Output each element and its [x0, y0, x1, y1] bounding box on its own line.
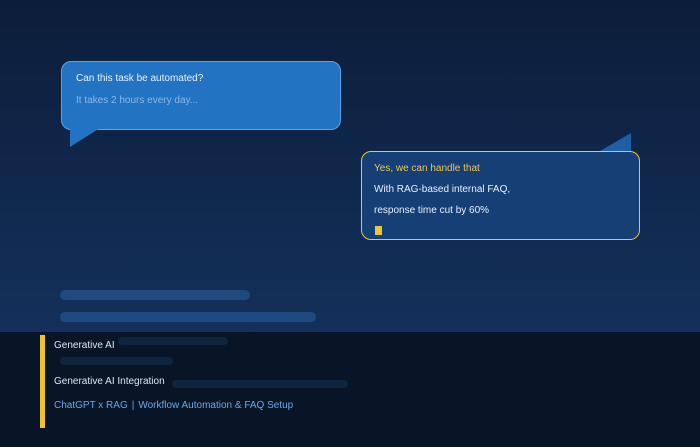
category-label: Generative AI [54, 340, 115, 351]
placeholder-bar [60, 290, 250, 300]
service-title: Generative AI Integration [54, 376, 165, 387]
question-title: Can this task be automated? [76, 73, 204, 84]
typing-cursor [375, 226, 382, 235]
placeholder-bar [118, 337, 228, 345]
question-bubble-tail [70, 128, 100, 147]
placeholder-bar [60, 357, 173, 365]
tag-chatgpt-rag: ChatGPT x RAG [54, 400, 128, 411]
tag-workflow-automation: Workflow Automation & FAQ Setup [138, 400, 294, 411]
tag-separator: | [131, 400, 135, 411]
footer-panel: Generative AI Generative AI Integration … [0, 332, 700, 447]
tag-line: ChatGPT x RAG | Workflow Automation & FAQ … [54, 400, 293, 412]
accent-bar [40, 335, 45, 428]
answer-bubble-tail [600, 133, 631, 151]
answer-line-2: response time cut by 60% [374, 205, 490, 216]
question-subtitle: It takes 2 hours every day... [76, 95, 199, 106]
answer-bubble: Yes, we can handle that With RAG-based i… [361, 133, 640, 240]
placeholder-bar [60, 312, 316, 322]
answer-line-1: With RAG-based internal FAQ, [374, 184, 511, 195]
answer-title: Yes, we can handle that [374, 163, 480, 174]
placeholder-bar [172, 380, 348, 388]
question-bubble: Can this task be automated? It takes 2 h… [61, 61, 341, 147]
